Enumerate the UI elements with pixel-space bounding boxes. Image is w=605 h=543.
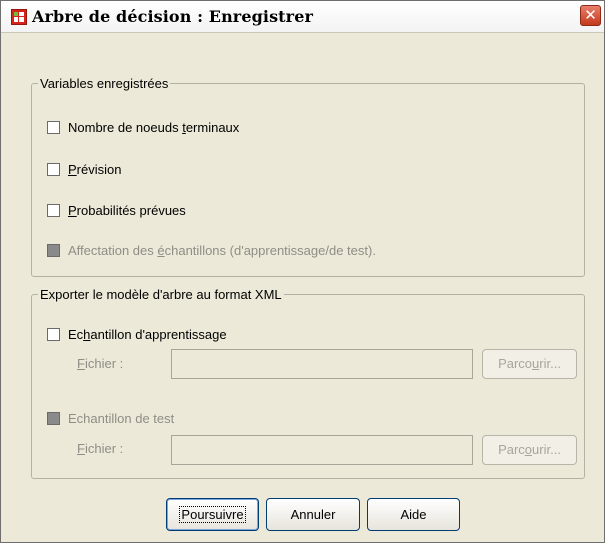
training-sample-label: Echantillon d'apprentissage <box>68 327 227 342</box>
training-sample-checkbox[interactable] <box>47 328 60 341</box>
continue-label: Poursuivre <box>179 506 246 523</box>
table-app-icon <box>11 9 27 25</box>
sample-assignment-option: Affectation des échantillons (d'apprenti… <box>47 243 376 258</box>
test-sample-checkbox <box>47 412 60 425</box>
terminal-nodes-label: Nombre de noeuds terminaux <box>68 120 240 135</box>
prediction-label: Prévision <box>68 162 122 177</box>
title-bar[interactable]: Arbre de décision : Enregistrer ✕ <box>1 1 604 33</box>
training-browse-button: Parcourir... <box>482 349 577 379</box>
test-browse-button: Parcourir... <box>482 435 577 465</box>
training-file-input <box>171 349 473 379</box>
terminal-nodes-option[interactable]: Nombre de noeuds terminaux <box>47 120 239 135</box>
prediction-option[interactable]: Prévision <box>47 162 121 177</box>
cancel-label: Annuler <box>290 507 336 522</box>
window-title: Arbre de décision : Enregistrer <box>32 7 314 26</box>
training-file-label: Fichier : <box>77 356 124 371</box>
terminal-nodes-checkbox[interactable] <box>47 121 60 134</box>
save-dialog: Arbre de décision : Enregistrer ✕ Variab… <box>0 0 605 543</box>
help-button[interactable]: Aide <box>367 498 460 531</box>
cancel-button[interactable]: Annuler <box>266 498 360 531</box>
prediction-checkbox[interactable] <box>47 163 60 176</box>
test-file-input <box>171 435 473 465</box>
close-button[interactable]: ✕ <box>580 5 601 26</box>
sample-assignment-checkbox <box>47 244 60 257</box>
predicted-probabilities-label: Probabilités prévues <box>68 203 186 218</box>
predicted-probabilities-checkbox[interactable] <box>47 204 60 217</box>
predicted-probabilities-option[interactable]: Probabilités prévues <box>47 203 186 218</box>
help-label: Aide <box>400 507 427 522</box>
sample-assignment-label: Affectation des échantillons (d'apprenti… <box>68 243 376 258</box>
export-xml-legend: Exporter le modèle d'arbre au format XML <box>38 287 284 302</box>
test-sample-option: Echantillon de test <box>47 411 174 426</box>
test-sample-label: Echantillon de test <box>68 411 175 426</box>
training-sample-option[interactable]: Echantillon d'apprentissage <box>47 327 227 342</box>
test-file-label: Fichier : <box>77 441 124 456</box>
continue-button[interactable]: Poursuivre <box>166 498 259 531</box>
close-icon: ✕ <box>584 7 597 24</box>
saved-variables-legend: Variables enregistrées <box>38 76 171 91</box>
